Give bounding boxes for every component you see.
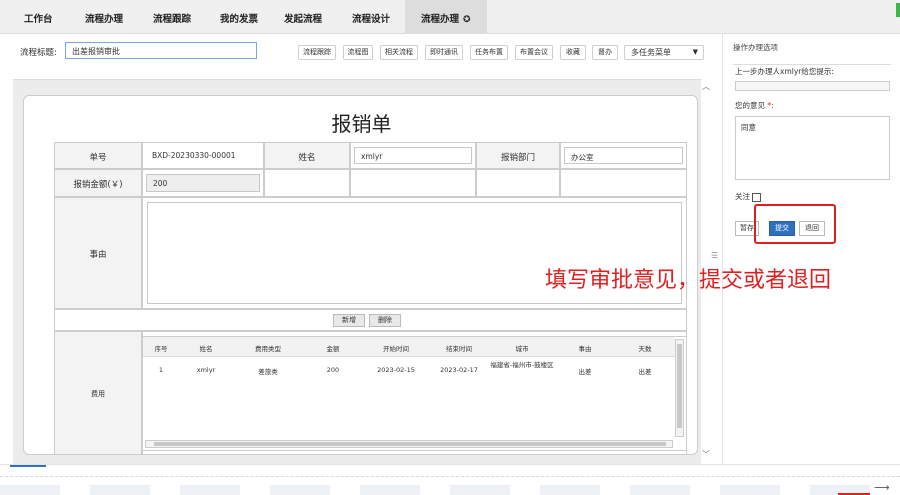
- prev-step-hint-box: [735, 81, 890, 91]
- dept-field[interactable]: 办公室: [564, 147, 683, 164]
- order-no-label: 单号: [89, 153, 107, 163]
- grid-cell-city: 福建省-福州市-鼓楼区: [490, 361, 554, 369]
- name-field[interactable]: xmlyr: [354, 147, 472, 164]
- grid-header: 序号 姓名 费用类型 金额 开始时间 结束时间 城市 事由 天数: [143, 337, 675, 357]
- bottom-bar: ⟶: [0, 464, 900, 495]
- add-row-button[interactable]: 新增: [333, 314, 365, 327]
- follow-row: 关注: [735, 191, 761, 202]
- instant-message-button[interactable]: 即时通讯: [425, 45, 463, 60]
- supervise-button[interactable]: 督办: [592, 45, 618, 60]
- grid-col-header: 事由: [578, 345, 592, 353]
- empty-cell-1: [264, 169, 350, 197]
- grid-col-header: 姓名: [199, 345, 213, 353]
- scroll-down-icon[interactable]: ﹀: [702, 449, 710, 460]
- grid-cell-index: 1: [158, 366, 164, 374]
- arrow-right-icon[interactable]: ⟶: [874, 481, 890, 494]
- follow-label: 关注: [735, 192, 750, 201]
- gear-icon[interactable]: ✪: [463, 15, 471, 25]
- top-navigation: 工作台 流程办理 流程跟踪 我的发票 发起流程 流程设计 流程办理 ✪: [0, 0, 900, 34]
- amount-field: 200: [146, 174, 260, 192]
- grid-col-header: 序号: [154, 345, 168, 353]
- grid-cell-end: 2023-02-17: [440, 366, 478, 374]
- process-title-label: 流程标题:: [20, 48, 57, 58]
- grid-vscroll-thumb[interactable]: [677, 344, 682, 428]
- bottom-strip: [0, 485, 900, 495]
- required-marker: *:: [767, 101, 774, 110]
- form-title: 报销单: [331, 112, 392, 136]
- grid-col-header: 费用类型: [255, 345, 281, 353]
- name-label: 姓名: [298, 153, 316, 163]
- handling-options-panel: 操作办理选项 上一步办理人xmlyr给您提示: 您的意见 *: 同意 关注 暂存…: [722, 34, 900, 464]
- grid-col-header: 城市: [515, 345, 529, 353]
- dept-label: 报销部门: [500, 153, 535, 163]
- tab-process-design[interactable]: 流程设计: [352, 11, 390, 25]
- multi-task-menu-label: 多任务菜单: [631, 48, 671, 57]
- panel-title: 操作办理选项: [733, 43, 778, 52]
- grid-cell-reason: 出差: [578, 368, 592, 376]
- grid-col-header: 结束时间: [446, 345, 472, 353]
- tracking-button[interactable]: 流程跟踪: [298, 45, 336, 60]
- opinion-label: 您的意见 *:: [735, 100, 774, 111]
- flowchart-button[interactable]: 流程图: [343, 45, 373, 60]
- order-no-field: BXD-20230330-00001: [146, 147, 260, 164]
- bottom-accent: [10, 465, 46, 467]
- tab-start-process[interactable]: 发起流程: [284, 11, 322, 25]
- table-row[interactable]: 1 xmlyr 差旅类 200 2023-02-15 2023-02-17 福建…: [143, 357, 675, 383]
- empty-cell-2: [350, 169, 476, 197]
- tab-my-invoices[interactable]: 我的发票: [220, 11, 258, 25]
- annotation-text: 填写审批意见，提交或者退回: [545, 268, 832, 293]
- tab-process-handle-active[interactable]: 流程办理 ✪: [405, 0, 487, 34]
- empty-cell-4: [560, 169, 687, 197]
- status-indicator: [896, 3, 900, 17]
- panel-divider: [733, 64, 891, 65]
- reason-label: 事由: [89, 250, 107, 260]
- related-process-button[interactable]: 相关流程: [380, 45, 418, 60]
- delete-row-button[interactable]: 删除: [369, 314, 401, 327]
- grid-cell-days: 出差: [638, 368, 652, 376]
- tab-active-label: 流程办理: [421, 14, 460, 25]
- grid-horizontal-scrollbar[interactable]: [145, 440, 673, 448]
- grid-col-header: 开始时间: [383, 345, 409, 353]
- prev-step-hint-label: 上一步办理人xmlyr给您提示:: [735, 67, 834, 76]
- grid-cell-type: 差旅类: [258, 368, 278, 376]
- grid-hscroll-thumb[interactable]: [154, 442, 666, 446]
- panel-toggle-icon[interactable]: ☰: [711, 251, 718, 260]
- expense-label: 费用: [91, 390, 105, 398]
- process-title-input[interactable]: 出差报销审批: [65, 42, 257, 59]
- assign-task-button[interactable]: 任务布置: [470, 45, 508, 60]
- arrange-meeting-button[interactable]: 布置会议: [515, 45, 553, 60]
- tab-workbench[interactable]: 工作台: [24, 11, 53, 25]
- grid-col-header: 天数: [638, 345, 652, 353]
- grid-cell-start: 2023-02-15: [377, 366, 415, 374]
- favorite-button[interactable]: 收藏: [560, 45, 586, 60]
- expense-grid: 序号 姓名 费用类型 金额 开始时间 结束时间 城市 事由 天数 1 xmlyr…: [142, 336, 687, 451]
- opinion-label-text: 您的意见: [735, 101, 765, 110]
- chevron-down-icon: ▼: [692, 48, 698, 56]
- multi-task-menu[interactable]: 多任务菜单 ▼: [624, 45, 704, 60]
- tab-process-tracking[interactable]: 流程跟踪: [153, 11, 191, 25]
- scroll-up-icon[interactable]: ︿: [702, 81, 710, 92]
- highlight-box: [754, 204, 836, 244]
- grid-col-header: 金额: [326, 345, 340, 353]
- opinion-textarea[interactable]: 同意: [735, 116, 890, 180]
- follow-checkbox[interactable]: [752, 192, 761, 202]
- grid-cell-amount: 200: [326, 366, 340, 374]
- tab-process-handle[interactable]: 流程办理: [85, 11, 123, 25]
- bottom-divider: [0, 476, 900, 477]
- grid-vertical-scrollbar[interactable]: [675, 339, 684, 437]
- amount-label: 报销金额(￥): [73, 180, 123, 190]
- grid-cell-name: xmlyr: [196, 366, 216, 374]
- empty-cell-3: [476, 169, 560, 197]
